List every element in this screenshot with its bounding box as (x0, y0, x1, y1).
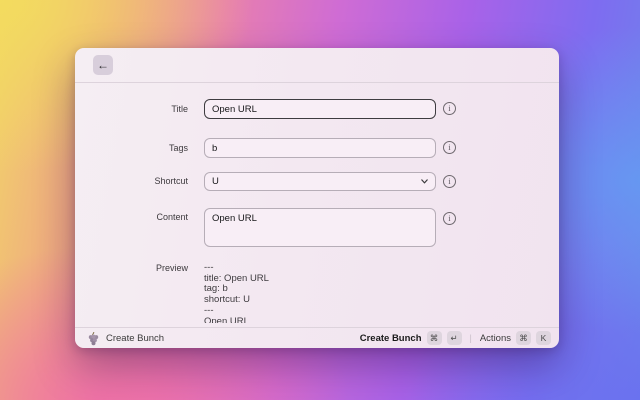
title-input[interactable] (204, 99, 436, 119)
desktop-background: ← Title i Tags i Shortcut i Content i Pr… (0, 0, 640, 400)
tags-input[interactable] (204, 138, 436, 158)
return-keycap: ↵ (446, 331, 462, 345)
shortcut-combobox[interactable] (204, 172, 436, 191)
toolbar-app-label: Create Bunch (106, 332, 165, 344)
preview-text: --- title: Open URL tag: b shortcut: U -… (204, 263, 454, 323)
title-label: Title (171, 104, 188, 114)
content-textarea[interactable] (204, 208, 436, 247)
preview-label: Preview (155, 263, 188, 273)
tags-label: Tags (168, 143, 188, 153)
create-bunch-window: ← Title i Tags i Shortcut i Content i Pr… (75, 48, 559, 348)
shortcut-info-icon[interactable]: i (443, 175, 456, 188)
tags-info-icon[interactable]: i (443, 141, 456, 154)
window-toolbar: Create Bunch Create Bunch ⌘ ↵ | Actions … (75, 327, 559, 348)
content-info-icon[interactable]: i (443, 212, 456, 225)
toolbar-separator: | (469, 333, 472, 343)
back-arrow-icon: ← (97, 58, 109, 72)
create-bunch-button[interactable]: Create Bunch (360, 333, 422, 344)
preview-line: --- (204, 304, 214, 316)
shortcut-input[interactable] (204, 172, 436, 191)
shortcut-label: Shortcut (154, 176, 188, 186)
preview-line: title: Open URL (204, 272, 269, 284)
cmd-keycap: ⌘ (516, 331, 531, 345)
cmd-keycap: ⌘ (426, 331, 442, 345)
back-button[interactable]: ← (93, 55, 113, 75)
toolbar-app-group: Create Bunch (87, 331, 164, 346)
window-topbar: ← (75, 48, 559, 83)
toolbar-actions-group: Create Bunch ⌘ ↵ | Actions ⌘ K (360, 331, 551, 345)
k-keycap: K (536, 331, 551, 345)
content-label: Content (156, 212, 188, 222)
actions-button[interactable]: Actions (480, 333, 511, 344)
grapes-icon (88, 331, 99, 345)
preview-line: Open URL (204, 315, 249, 323)
title-info-icon[interactable]: i (443, 102, 456, 115)
preview-line: shortcut: U (204, 294, 250, 306)
